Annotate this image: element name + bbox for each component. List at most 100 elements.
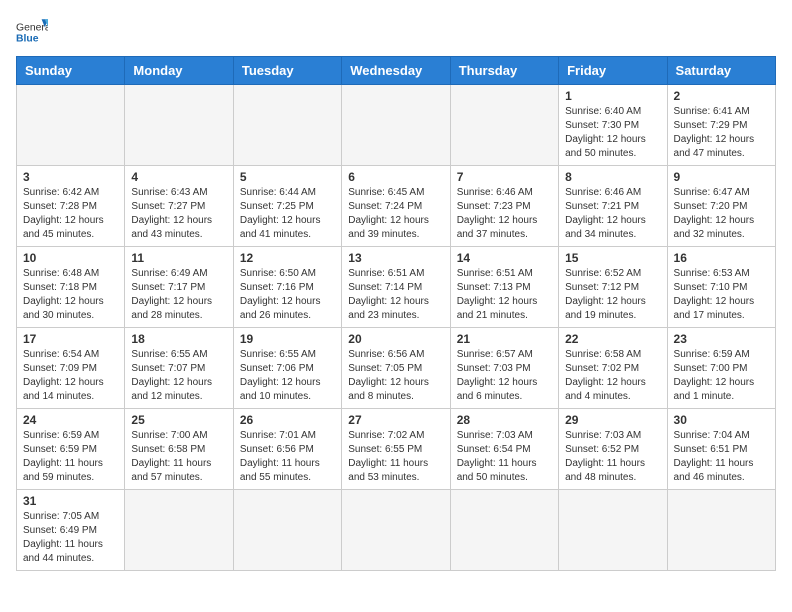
calendar-cell: 17 Sunrise: 6:54 AM Sunset: 7:09 PM Dayli…: [17, 328, 125, 409]
calendar-cell: [450, 85, 558, 166]
calendar-week-row: 31Sunrise: 7:05 AM Sunset: 6:49 PM Dayli…: [17, 490, 776, 571]
day-number: 30: [674, 413, 769, 427]
day-info: Sunrise: 6:54 AM Sunset: 7:09 PM Dayligh…: [23, 348, 118, 404]
day-number: 25: [131, 413, 226, 427]
day-info: Sunrise: 6:52 AM Sunset: 7:12 PM Dayligh…: [565, 267, 660, 323]
svg-text:Blue: Blue: [16, 34, 39, 45]
day-info: Sunrise: 6:59 AM Sunset: 6:59 PM Dayligh…: [23, 429, 118, 485]
calendar-cell: 26Sunrise: 7:01 AM Sunset: 6:56 PM Dayli…: [233, 409, 341, 490]
day-number: 28: [457, 413, 552, 427]
day-info: Sunrise: 6:44 AM Sunset: 7:25 PM Dayligh…: [240, 186, 335, 242]
day-number: 9: [674, 170, 769, 184]
calendar-cell: [233, 85, 341, 166]
day-number: 1: [565, 89, 660, 103]
day-info: Sunrise: 7:05 AM Sunset: 6:49 PM Dayligh…: [23, 510, 118, 566]
day-info: Sunrise: 6:51 AM Sunset: 7:14 PM Dayligh…: [348, 267, 443, 323]
weekday-header-wednesday: Wednesday: [342, 57, 450, 85]
day-number: 29: [565, 413, 660, 427]
calendar-cell: 31Sunrise: 7:05 AM Sunset: 6:49 PM Dayli…: [17, 490, 125, 571]
day-info: Sunrise: 6:42 AM Sunset: 7:28 PM Dayligh…: [23, 186, 118, 242]
day-number: 21: [457, 332, 552, 346]
day-info: Sunrise: 7:00 AM Sunset: 6:58 PM Dayligh…: [131, 429, 226, 485]
calendar-cell: 13Sunrise: 6:51 AM Sunset: 7:14 PM Dayli…: [342, 247, 450, 328]
calendar-cell: 25 Sunrise: 7:00 AM Sunset: 6:58 PM Dayli…: [125, 409, 233, 490]
calendar-cell: 8Sunrise: 6:46 AM Sunset: 7:21 PM Daylig…: [559, 166, 667, 247]
day-info: Sunrise: 6:41 AM Sunset: 7:29 PM Dayligh…: [674, 105, 769, 161]
calendar-week-row: 17 Sunrise: 6:54 AM Sunset: 7:09 PM Dayli…: [17, 328, 776, 409]
day-number: 7: [457, 170, 552, 184]
day-info: Sunrise: 6:43 AM Sunset: 7:27 PM Dayligh…: [131, 186, 226, 242]
weekday-header-friday: Friday: [559, 57, 667, 85]
day-number: 24: [23, 413, 118, 427]
day-info: Sunrise: 6:57 AM Sunset: 7:03 PM Dayligh…: [457, 348, 552, 404]
day-info: Sunrise: 6:46 AM Sunset: 7:21 PM Dayligh…: [565, 186, 660, 242]
header: General Blue: [16, 16, 776, 48]
day-number: 5: [240, 170, 335, 184]
logo: General Blue: [16, 16, 48, 48]
calendar-cell: 30Sunrise: 7:04 AM Sunset: 6:51 PM Dayli…: [667, 409, 775, 490]
day-info: Sunrise: 6:58 AM Sunset: 7:02 PM Dayligh…: [565, 348, 660, 404]
day-number: 19: [240, 332, 335, 346]
day-number: 15: [565, 251, 660, 265]
calendar-week-row: 24 Sunrise: 6:59 AM Sunset: 6:59 PM Dayli…: [17, 409, 776, 490]
calendar-cell: 19 Sunrise: 6:55 AM Sunset: 7:06 PM Dayli…: [233, 328, 341, 409]
calendar-cell: 11 Sunrise: 6:49 AM Sunset: 7:17 PM Dayli…: [125, 247, 233, 328]
weekday-header-sunday: Sunday: [17, 57, 125, 85]
calendar-cell: 2Sunrise: 6:41 AM Sunset: 7:29 PM Daylig…: [667, 85, 775, 166]
calendar-cell: 9 Sunrise: 6:47 AM Sunset: 7:20 PM Daylig…: [667, 166, 775, 247]
calendar-cell: 24 Sunrise: 6:59 AM Sunset: 6:59 PM Dayli…: [17, 409, 125, 490]
calendar-cell: 15 Sunrise: 6:52 AM Sunset: 7:12 PM Dayli…: [559, 247, 667, 328]
calendar-cell: [559, 490, 667, 571]
day-info: Sunrise: 7:01 AM Sunset: 6:56 PM Dayligh…: [240, 429, 335, 485]
calendar: SundayMondayTuesdayWednesdayThursdayFrid…: [16, 56, 776, 571]
weekday-header-monday: Monday: [125, 57, 233, 85]
day-info: Sunrise: 7:02 AM Sunset: 6:55 PM Dayligh…: [348, 429, 443, 485]
calendar-cell: 22Sunrise: 6:58 AM Sunset: 7:02 PM Dayli…: [559, 328, 667, 409]
day-number: 10: [23, 251, 118, 265]
calendar-cell: [342, 85, 450, 166]
day-number: 4: [131, 170, 226, 184]
calendar-cell: [233, 490, 341, 571]
day-info: Sunrise: 6:59 AM Sunset: 7:00 PM Dayligh…: [674, 348, 769, 404]
day-info: Sunrise: 6:48 AM Sunset: 7:18 PM Dayligh…: [23, 267, 118, 323]
calendar-cell: 27Sunrise: 7:02 AM Sunset: 6:55 PM Dayli…: [342, 409, 450, 490]
calendar-header-row: SundayMondayTuesdayWednesdayThursdayFrid…: [17, 57, 776, 85]
calendar-cell: 5 Sunrise: 6:44 AM Sunset: 7:25 PM Daylig…: [233, 166, 341, 247]
day-number: 18: [131, 332, 226, 346]
day-info: Sunrise: 6:47 AM Sunset: 7:20 PM Dayligh…: [674, 186, 769, 242]
day-number: 11: [131, 251, 226, 265]
calendar-cell: 16Sunrise: 6:53 AM Sunset: 7:10 PM Dayli…: [667, 247, 775, 328]
calendar-cell: [342, 490, 450, 571]
calendar-cell: 28Sunrise: 7:03 AM Sunset: 6:54 PM Dayli…: [450, 409, 558, 490]
weekday-header-thursday: Thursday: [450, 57, 558, 85]
calendar-week-row: 1 Sunrise: 6:40 AM Sunset: 7:30 PM Daylig…: [17, 85, 776, 166]
weekday-header-tuesday: Tuesday: [233, 57, 341, 85]
calendar-week-row: 10 Sunrise: 6:48 AM Sunset: 7:18 PM Dayli…: [17, 247, 776, 328]
calendar-cell: 6Sunrise: 6:45 AM Sunset: 7:24 PM Daylig…: [342, 166, 450, 247]
logo-icon: General Blue: [16, 16, 48, 48]
calendar-cell: 3 Sunrise: 6:42 AM Sunset: 7:28 PM Daylig…: [17, 166, 125, 247]
calendar-cell: [450, 490, 558, 571]
calendar-cell: [125, 490, 233, 571]
day-info: Sunrise: 6:46 AM Sunset: 7:23 PM Dayligh…: [457, 186, 552, 242]
day-number: 16: [674, 251, 769, 265]
calendar-cell: 12 Sunrise: 6:50 AM Sunset: 7:16 PM Dayli…: [233, 247, 341, 328]
calendar-cell: 23Sunrise: 6:59 AM Sunset: 7:00 PM Dayli…: [667, 328, 775, 409]
calendar-week-row: 3 Sunrise: 6:42 AM Sunset: 7:28 PM Daylig…: [17, 166, 776, 247]
day-info: Sunrise: 6:51 AM Sunset: 7:13 PM Dayligh…: [457, 267, 552, 323]
day-info: Sunrise: 6:55 AM Sunset: 7:06 PM Dayligh…: [240, 348, 335, 404]
weekday-header-saturday: Saturday: [667, 57, 775, 85]
day-number: 17: [23, 332, 118, 346]
calendar-cell: 4 Sunrise: 6:43 AM Sunset: 7:27 PM Daylig…: [125, 166, 233, 247]
day-number: 12: [240, 251, 335, 265]
day-info: Sunrise: 6:50 AM Sunset: 7:16 PM Dayligh…: [240, 267, 335, 323]
day-info: Sunrise: 6:56 AM Sunset: 7:05 PM Dayligh…: [348, 348, 443, 404]
day-info: Sunrise: 6:49 AM Sunset: 7:17 PM Dayligh…: [131, 267, 226, 323]
day-info: Sunrise: 6:40 AM Sunset: 7:30 PM Dayligh…: [565, 105, 660, 161]
calendar-cell: 18Sunrise: 6:55 AM Sunset: 7:07 PM Dayli…: [125, 328, 233, 409]
calendar-cell: 1 Sunrise: 6:40 AM Sunset: 7:30 PM Daylig…: [559, 85, 667, 166]
calendar-cell: 14Sunrise: 6:51 AM Sunset: 7:13 PM Dayli…: [450, 247, 558, 328]
day-number: 3: [23, 170, 118, 184]
calendar-cell: 29Sunrise: 7:03 AM Sunset: 6:52 PM Dayli…: [559, 409, 667, 490]
day-info: Sunrise: 6:45 AM Sunset: 7:24 PM Dayligh…: [348, 186, 443, 242]
